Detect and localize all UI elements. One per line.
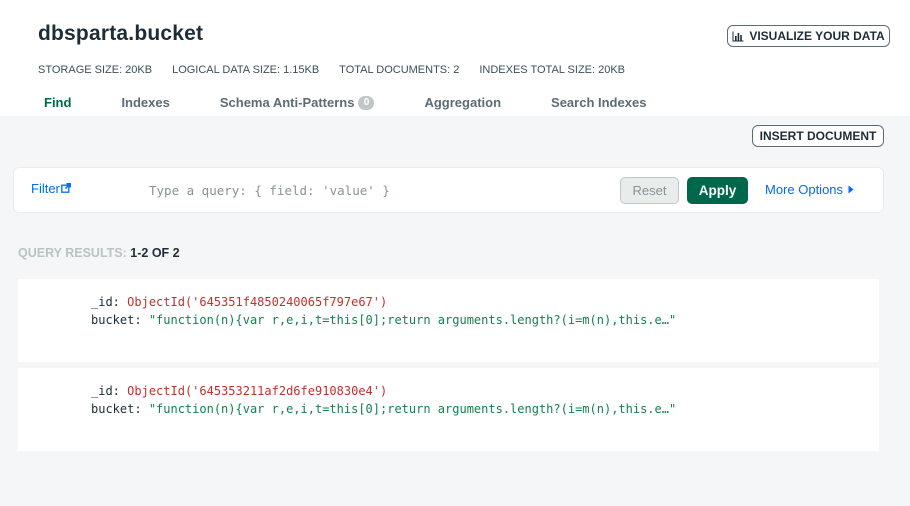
stat-logical-data-size: LOGICAL DATA SIZE: 1.15KB [172,64,319,76]
stat-label: INDEXES TOTAL SIZE: [479,64,596,76]
field-value: "function(n){var r,e,i,t=this[0];return … [148,402,677,416]
field-key: _id: [91,295,120,309]
stat-total-documents: TOTAL DOCUMENTS: 2 [339,64,459,76]
tab-indexes[interactable]: Indexes [121,95,169,110]
filter-link[interactable]: Filter [31,181,71,196]
collection-title: dbsparta.bucket [38,22,204,45]
tab-schema-anti-patterns-label: Schema Anti-Patterns [219,95,355,110]
field-value: ObjectId('645351f4850240065f797e67') [127,295,388,309]
stat-indexes-total-size: INDEXES TOTAL SIZE: 20KB [479,64,625,76]
field-key: bucket: [91,402,142,416]
query-results-label: QUERY RESULTS: [18,246,127,260]
document-field-id: _id: ObjectId('645351f4850240065f797e67'… [91,295,387,309]
reset-button[interactable]: Reset [620,177,679,204]
field-key: bucket: [91,313,142,327]
collection-stats: STORAGE SIZE: 20KB LOGICAL DATA SIZE: 1.15… [38,64,625,76]
anti-patterns-count-badge: 0 [358,95,375,110]
stat-value: 20KB [598,64,625,76]
stat-label: LOGICAL DATA SIZE: [172,64,281,76]
field-value: ObjectId('645353211af2d6fe910830e4') [127,384,388,398]
document-card[interactable]: _id: ObjectId('645353211af2d6fe910830e4'… [18,368,879,451]
field-key: _id: [91,384,120,398]
collection-header: dbsparta.bucket VISUALIZE YOUR DATA STOR… [0,0,910,116]
tab-find[interactable]: Find [44,95,71,110]
stat-value: 20KB [125,64,153,76]
insert-document-button[interactable]: INSERT DOCUMENT [752,125,884,147]
bar-chart-icon [732,31,744,42]
tab-schema-anti-patterns[interactable]: Schema Anti-Patterns 0 [220,95,375,110]
stat-label: STORAGE SIZE: [38,64,123,76]
stat-value: 1.15KB [283,64,320,76]
visualize-data-button[interactable]: VISUALIZE YOUR DATA [727,25,890,47]
field-value: "function(n){var r,e,i,t=this[0];return … [148,313,677,327]
more-options-button[interactable]: More Options [765,182,854,197]
caret-right-icon [848,182,854,197]
document-field-bucket: bucket: "function(n){var r,e,i,t=this[0]… [91,313,676,327]
collection-tabs: Find Indexes Schema Anti-Patterns 0 Aggr… [44,95,646,110]
more-options-label: More Options [765,182,844,197]
tab-search-indexes[interactable]: Search Indexes [551,95,646,110]
query-bar: Filter Reset Apply More Options [13,167,884,213]
query-results-summary: QUERY RESULTS: 1-2 OF 2 [18,246,180,260]
stat-label: TOTAL DOCUMENTS: [339,64,451,76]
tab-aggregation[interactable]: Aggregation [424,95,501,110]
stat-storage-size: STORAGE SIZE: 20KB [38,64,152,76]
document-card[interactable]: _id: ObjectId('645351f4850240065f797e67'… [18,279,879,362]
visualize-data-label: VISUALIZE YOUR DATA [749,29,885,43]
external-link-icon [60,181,71,196]
query-results-count: 1-2 OF 2 [130,246,180,260]
apply-button[interactable]: Apply [687,177,748,204]
filter-label: Filter [31,181,60,196]
query-input[interactable] [149,176,609,204]
document-field-bucket: bucket: "function(n){var r,e,i,t=this[0]… [91,402,676,416]
document-field-id: _id: ObjectId('645353211af2d6fe910830e4'… [91,384,387,398]
stat-value: 2 [453,64,460,76]
